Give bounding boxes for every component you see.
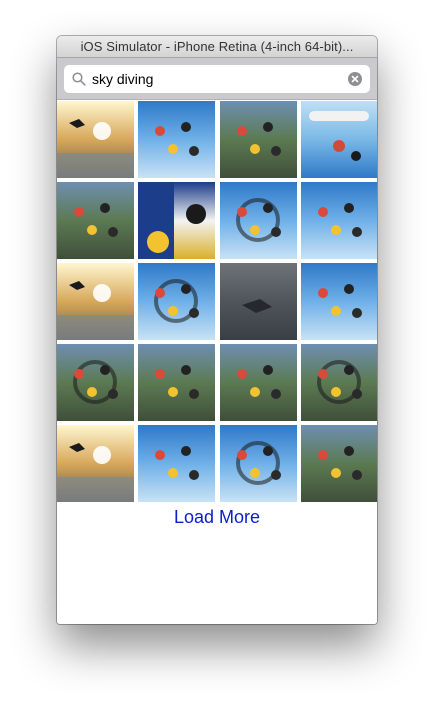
photo-thumbnail[interactable] [220,344,297,421]
photo-thumbnail[interactable] [57,182,134,259]
photo-thumbnail[interactable] [57,101,134,178]
photo-thumbnail[interactable] [220,425,297,502]
photo-thumbnail[interactable] [220,182,297,259]
photo-thumbnail[interactable] [138,344,215,421]
search-field[interactable]: sky diving [64,65,370,93]
search-input[interactable]: sky diving [92,71,153,87]
photo-thumbnail[interactable] [138,101,215,178]
photo-thumbnail[interactable] [57,263,134,340]
photo-thumbnail[interactable] [138,425,215,502]
photo-thumbnail[interactable] [57,425,134,502]
load-more-button[interactable]: Load More [57,507,377,528]
photo-thumbnail[interactable] [138,263,215,340]
title-bar[interactable]: iOS Simulator - iPhone Retina (4-inch 64… [57,36,377,58]
photo-thumbnail[interactable] [301,182,377,259]
photo-thumbnail[interactable] [301,344,377,421]
photo-thumbnail[interactable] [301,425,377,502]
photo-thumbnail[interactable] [220,263,297,340]
photo-thumbnail[interactable] [301,263,377,340]
search-bar: sky diving [57,58,377,100]
simulator-window: iOS Simulator - iPhone Retina (4-inch 64… [57,36,377,624]
photo-thumbnail[interactable] [220,101,297,178]
photo-thumbnail[interactable] [301,101,377,178]
search-icon [72,72,86,86]
photo-thumbnail[interactable] [57,344,134,421]
clear-icon[interactable] [348,72,362,86]
device-screen: sky diving Load More [57,58,377,624]
window-title: iOS Simulator - iPhone Retina (4-inch 64… [80,39,354,54]
photo-thumbnail[interactable] [138,182,215,259]
